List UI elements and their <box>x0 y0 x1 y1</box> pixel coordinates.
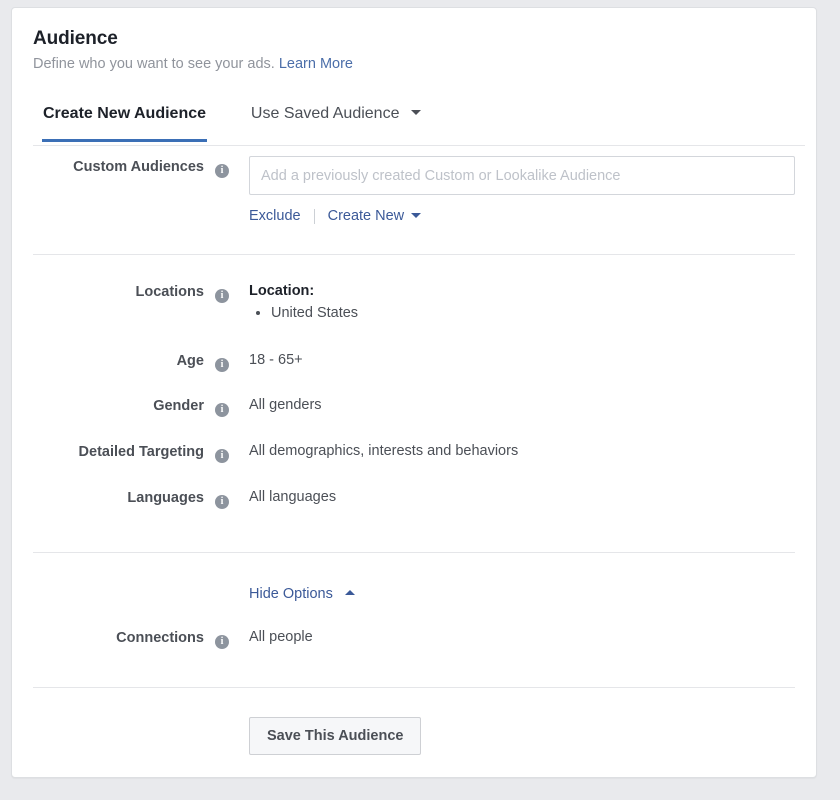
tab-create-new-audience-label: Create New Audience <box>43 105 207 122</box>
learn-more-link[interactable]: Learn More <box>279 56 353 72</box>
detailed-targeting-row[interactable]: Detailed Targeting i All demographics, i… <box>33 417 795 463</box>
info-icon-gender[interactable]: i <box>215 403 229 417</box>
tab-create-new-audience[interactable]: Create New Audience <box>41 104 208 142</box>
custom-audiences-label: Custom Audiences i <box>33 156 229 178</box>
exclude-link[interactable]: Exclude <box>249 207 301 225</box>
page-title: Audience <box>33 28 118 49</box>
custom-audiences-actions: Exclude Create New <box>249 207 795 225</box>
save-audience-button[interactable]: Save This Audience <box>249 717 422 755</box>
custom-audiences-row: Custom Audiences i Exclude Create New <box>33 156 795 225</box>
age-row[interactable]: Age i 18 - 65+ <box>33 324 795 372</box>
detailed-targeting-value: All demographics, interests and behavior… <box>249 443 519 459</box>
gender-label-text: Gender <box>153 398 204 414</box>
connections-value: All people <box>249 629 313 645</box>
tabs-baseline <box>33 145 805 146</box>
gender-label: Gender i <box>33 395 229 417</box>
save-row: Save This Audience <box>33 688 795 755</box>
age-label: Age i <box>33 350 229 372</box>
chevron-up-icon[interactable] <box>344 590 355 596</box>
custom-audiences-label-text: Custom Audiences <box>73 159 204 175</box>
targeting-section: Locations i Location: United States Age … <box>12 255 816 509</box>
custom-audiences-value: Exclude Create New <box>229 156 795 225</box>
locations-list: United States <box>249 303 795 324</box>
options-section: Hide Options Connections i All people <box>12 553 816 649</box>
gender-value: All genders <box>249 397 322 413</box>
save-section: Save This Audience <box>12 688 816 755</box>
info-icon-locations[interactable]: i <box>215 289 229 303</box>
languages-label: Languages i <box>33 487 229 509</box>
detailed-targeting-label-text: Detailed Targeting <box>78 444 204 460</box>
audience-card: Audience Define who you want to see your… <box>11 7 817 778</box>
info-icon-custom-audiences[interactable]: i <box>215 164 229 178</box>
tab-use-saved-audience[interactable]: Use Saved Audience <box>251 104 421 142</box>
custom-audiences-input[interactable] <box>249 156 795 195</box>
locations-value: Location: United States <box>229 281 795 324</box>
languages-row[interactable]: Languages i All languages <box>33 463 795 509</box>
info-icon-languages[interactable]: i <box>215 495 229 509</box>
connections-row[interactable]: Connections i All people <box>33 604 795 649</box>
age-value: 18 - 65+ <box>249 352 303 368</box>
page-subtitle-text: Define who you want to see your ads. <box>33 56 275 72</box>
connections-label: Connections i <box>33 627 229 649</box>
age-label-text: Age <box>176 353 204 369</box>
detailed-targeting-label: Detailed Targeting i <box>33 441 229 463</box>
audience-tabs: Create New Audience Use Saved Audience <box>12 104 816 146</box>
action-separator <box>313 208 315 224</box>
hide-options-link[interactable]: Hide Options <box>249 586 333 602</box>
chevron-down-icon-create-new[interactable] <box>411 212 422 218</box>
page-subtitle: Define who you want to see your ads. Lea… <box>33 54 816 74</box>
custom-audiences-section: Custom Audiences i Exclude Create New <box>12 146 816 225</box>
locations-row[interactable]: Locations i Location: United States <box>33 255 795 324</box>
card-header: Audience Define who you want to see your… <box>12 8 816 74</box>
languages-value: All languages <box>249 489 337 505</box>
connections-label-text: Connections <box>116 630 204 646</box>
chevron-down-icon <box>410 110 421 116</box>
locations-label-text: Locations <box>135 284 204 300</box>
info-icon-detailed-targeting[interactable]: i <box>215 449 229 463</box>
list-item: United States <box>271 303 795 324</box>
info-icon-connections[interactable]: i <box>215 635 229 649</box>
info-icon-age[interactable]: i <box>215 358 229 372</box>
hide-options-row: Hide Options <box>33 553 795 604</box>
gender-row[interactable]: Gender i All genders <box>33 372 795 417</box>
locations-value-title: Location: <box>249 283 315 299</box>
tab-use-saved-audience-label: Use Saved Audience <box>250 105 400 122</box>
locations-label: Locations i <box>33 281 229 303</box>
create-new-link[interactable]: Create New <box>328 207 405 225</box>
languages-label-text: Languages <box>127 490 204 506</box>
